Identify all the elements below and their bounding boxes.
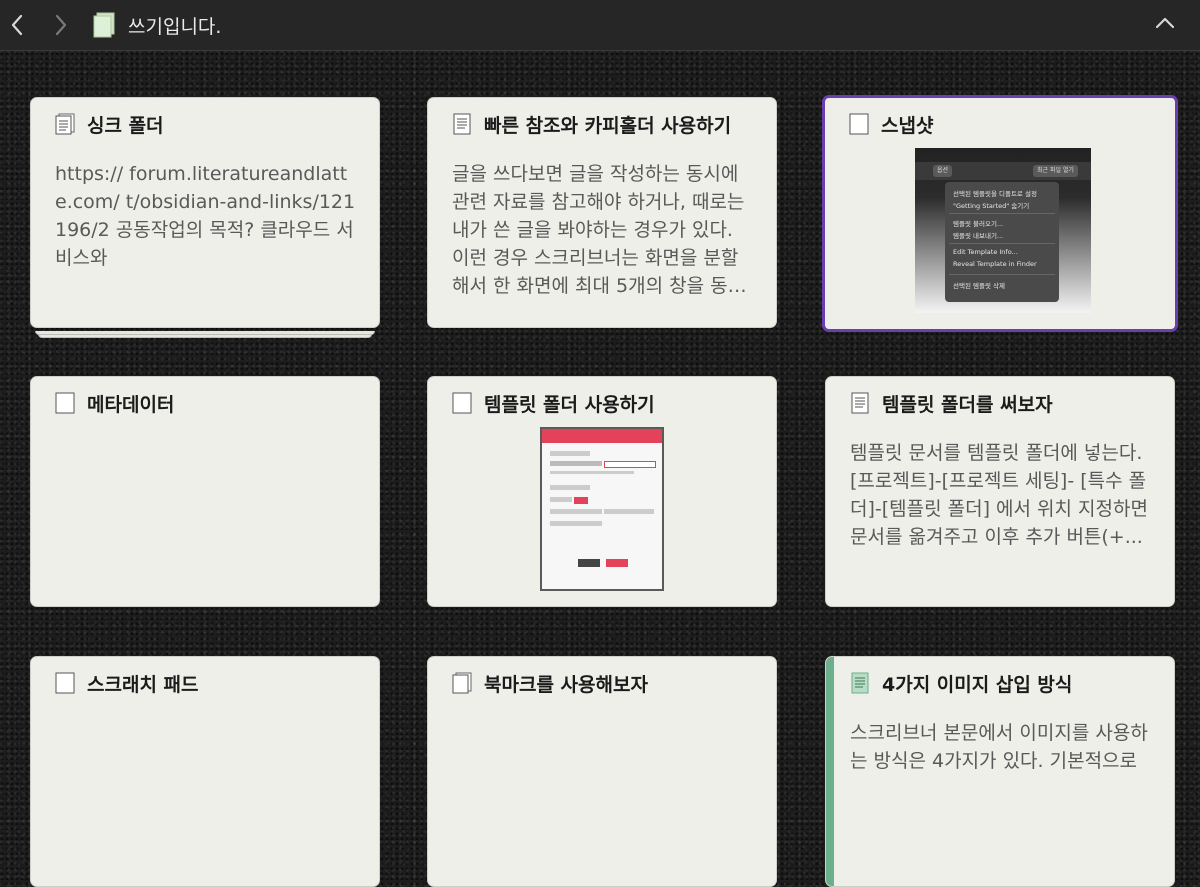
card-header: 북마크를 사용해보자 — [452, 669, 764, 697]
text-doc-icon — [851, 392, 869, 414]
green-text-doc-icon — [851, 672, 869, 694]
stacked-blank-doc-icon — [452, 672, 472, 694]
stack-edge — [35, 331, 375, 335]
title-bar: 쓰기입니다. — [0, 0, 1200, 51]
text-doc-icon — [453, 113, 471, 135]
collapse-button[interactable] — [1152, 10, 1178, 36]
chevron-up-icon — [1155, 17, 1175, 29]
card-title: 템플릿 폴더 사용하기 — [484, 393, 655, 416]
card-header: 싱크 폴더 — [55, 110, 367, 138]
card-title: 메타데이터 — [87, 393, 175, 416]
snapshot-thumbnail: 옵션 최근 파일 열기 선택된 템플릿을 디폴트로 설정 "Getting St… — [915, 148, 1091, 313]
chevron-right-icon — [55, 14, 67, 36]
dialog-thumbnail — [540, 427, 664, 591]
card-header: 4가지 이미지 삽입 방식 — [850, 669, 1162, 697]
index-card-sync-folder[interactable]: 싱크 폴더 https:// forum.literatureandlatte.… — [30, 97, 380, 328]
blank-doc-icon — [55, 672, 75, 694]
context-menu-preview: 선택된 템플릿을 디폴트로 설정 "Getting Started" 숨기기 템… — [945, 182, 1059, 302]
index-card-snapshot[interactable]: 스냅샷 옵션 최근 파일 열기 선택된 템플릿을 디폴트로 설정 "Gettin… — [822, 95, 1178, 332]
card-title: 템플릿 폴더를 써보자 — [882, 393, 1053, 416]
index-card-metadata[interactable]: 메타데이터 — [30, 376, 380, 607]
index-card-scratch-pad[interactable]: 스크래치 패드 — [30, 656, 380, 887]
card-header: 스크래치 패드 — [55, 669, 367, 697]
chevron-left-icon — [11, 14, 23, 36]
card-header: 템플릿 폴더를 써보자 — [850, 389, 1162, 417]
card-title: 스냅샷 — [881, 114, 934, 137]
card-title: 북마크를 사용해보자 — [484, 673, 648, 696]
card-header: 템플릿 폴더 사용하기 — [452, 389, 764, 417]
stacked-doc-green-icon — [93, 12, 115, 38]
card-header: 스냅샷 — [849, 110, 1163, 138]
blank-doc-icon — [55, 392, 75, 414]
card-synopsis: 템플릿 문서를 템플릿 폴더에 넣는다. [프로젝트]-[프로젝트 세팅]- [… — [850, 442, 1148, 548]
card-synopsis: 글을 쓰다보면 글을 작성하는 동시에 관련 자료를 참고해야 하거나, 때로는… — [452, 163, 746, 297]
card-synopsis: 스크리브너 본문에서 이미지를 사용하는 방식은 4가지가 있다. 기본적으로 — [850, 722, 1148, 772]
card-header: 빠른 참조와 카피홀더 사용하기 — [452, 110, 764, 138]
card-title: 싱크 폴더 — [87, 114, 164, 137]
blank-doc-icon — [452, 392, 472, 414]
index-card-image-insertion[interactable]: 4가지 이미지 삽입 방식 스크리브너 본문에서 이미지를 사용하는 방식은 4… — [825, 656, 1175, 887]
blank-doc-icon — [849, 113, 869, 135]
card-header: 메타데이터 — [55, 389, 367, 417]
index-card-bookmarks[interactable]: 북마크를 사용해보자 — [427, 656, 777, 887]
stacked-text-doc-icon — [55, 113, 75, 135]
label-color-bar — [826, 657, 834, 886]
card-synopsis: https:// forum.literatureandlatte.com/ t… — [55, 163, 356, 269]
card-title: 빠른 참조와 카피홀더 사용하기 — [484, 114, 732, 137]
back-button[interactable] — [2, 10, 32, 40]
forward-button[interactable] — [46, 10, 76, 40]
index-card-template-folder-usage[interactable]: 템플릿 폴더 사용하기 — [427, 376, 777, 607]
document-title: 쓰기입니다. — [128, 16, 222, 38]
index-card-quick-reference[interactable]: 빠른 참조와 카피홀더 사용하기 글을 쓰다보면 글을 작성하는 동시에 관련 … — [427, 97, 777, 328]
card-title: 4가지 이미지 삽입 방식 — [882, 673, 1073, 696]
index-card-try-template-folder[interactable]: 템플릿 폴더를 써보자 템플릿 문서를 템플릿 폴더에 넣는다. [프로젝트]-… — [825, 376, 1175, 607]
card-title: 스크래치 패드 — [87, 673, 199, 696]
